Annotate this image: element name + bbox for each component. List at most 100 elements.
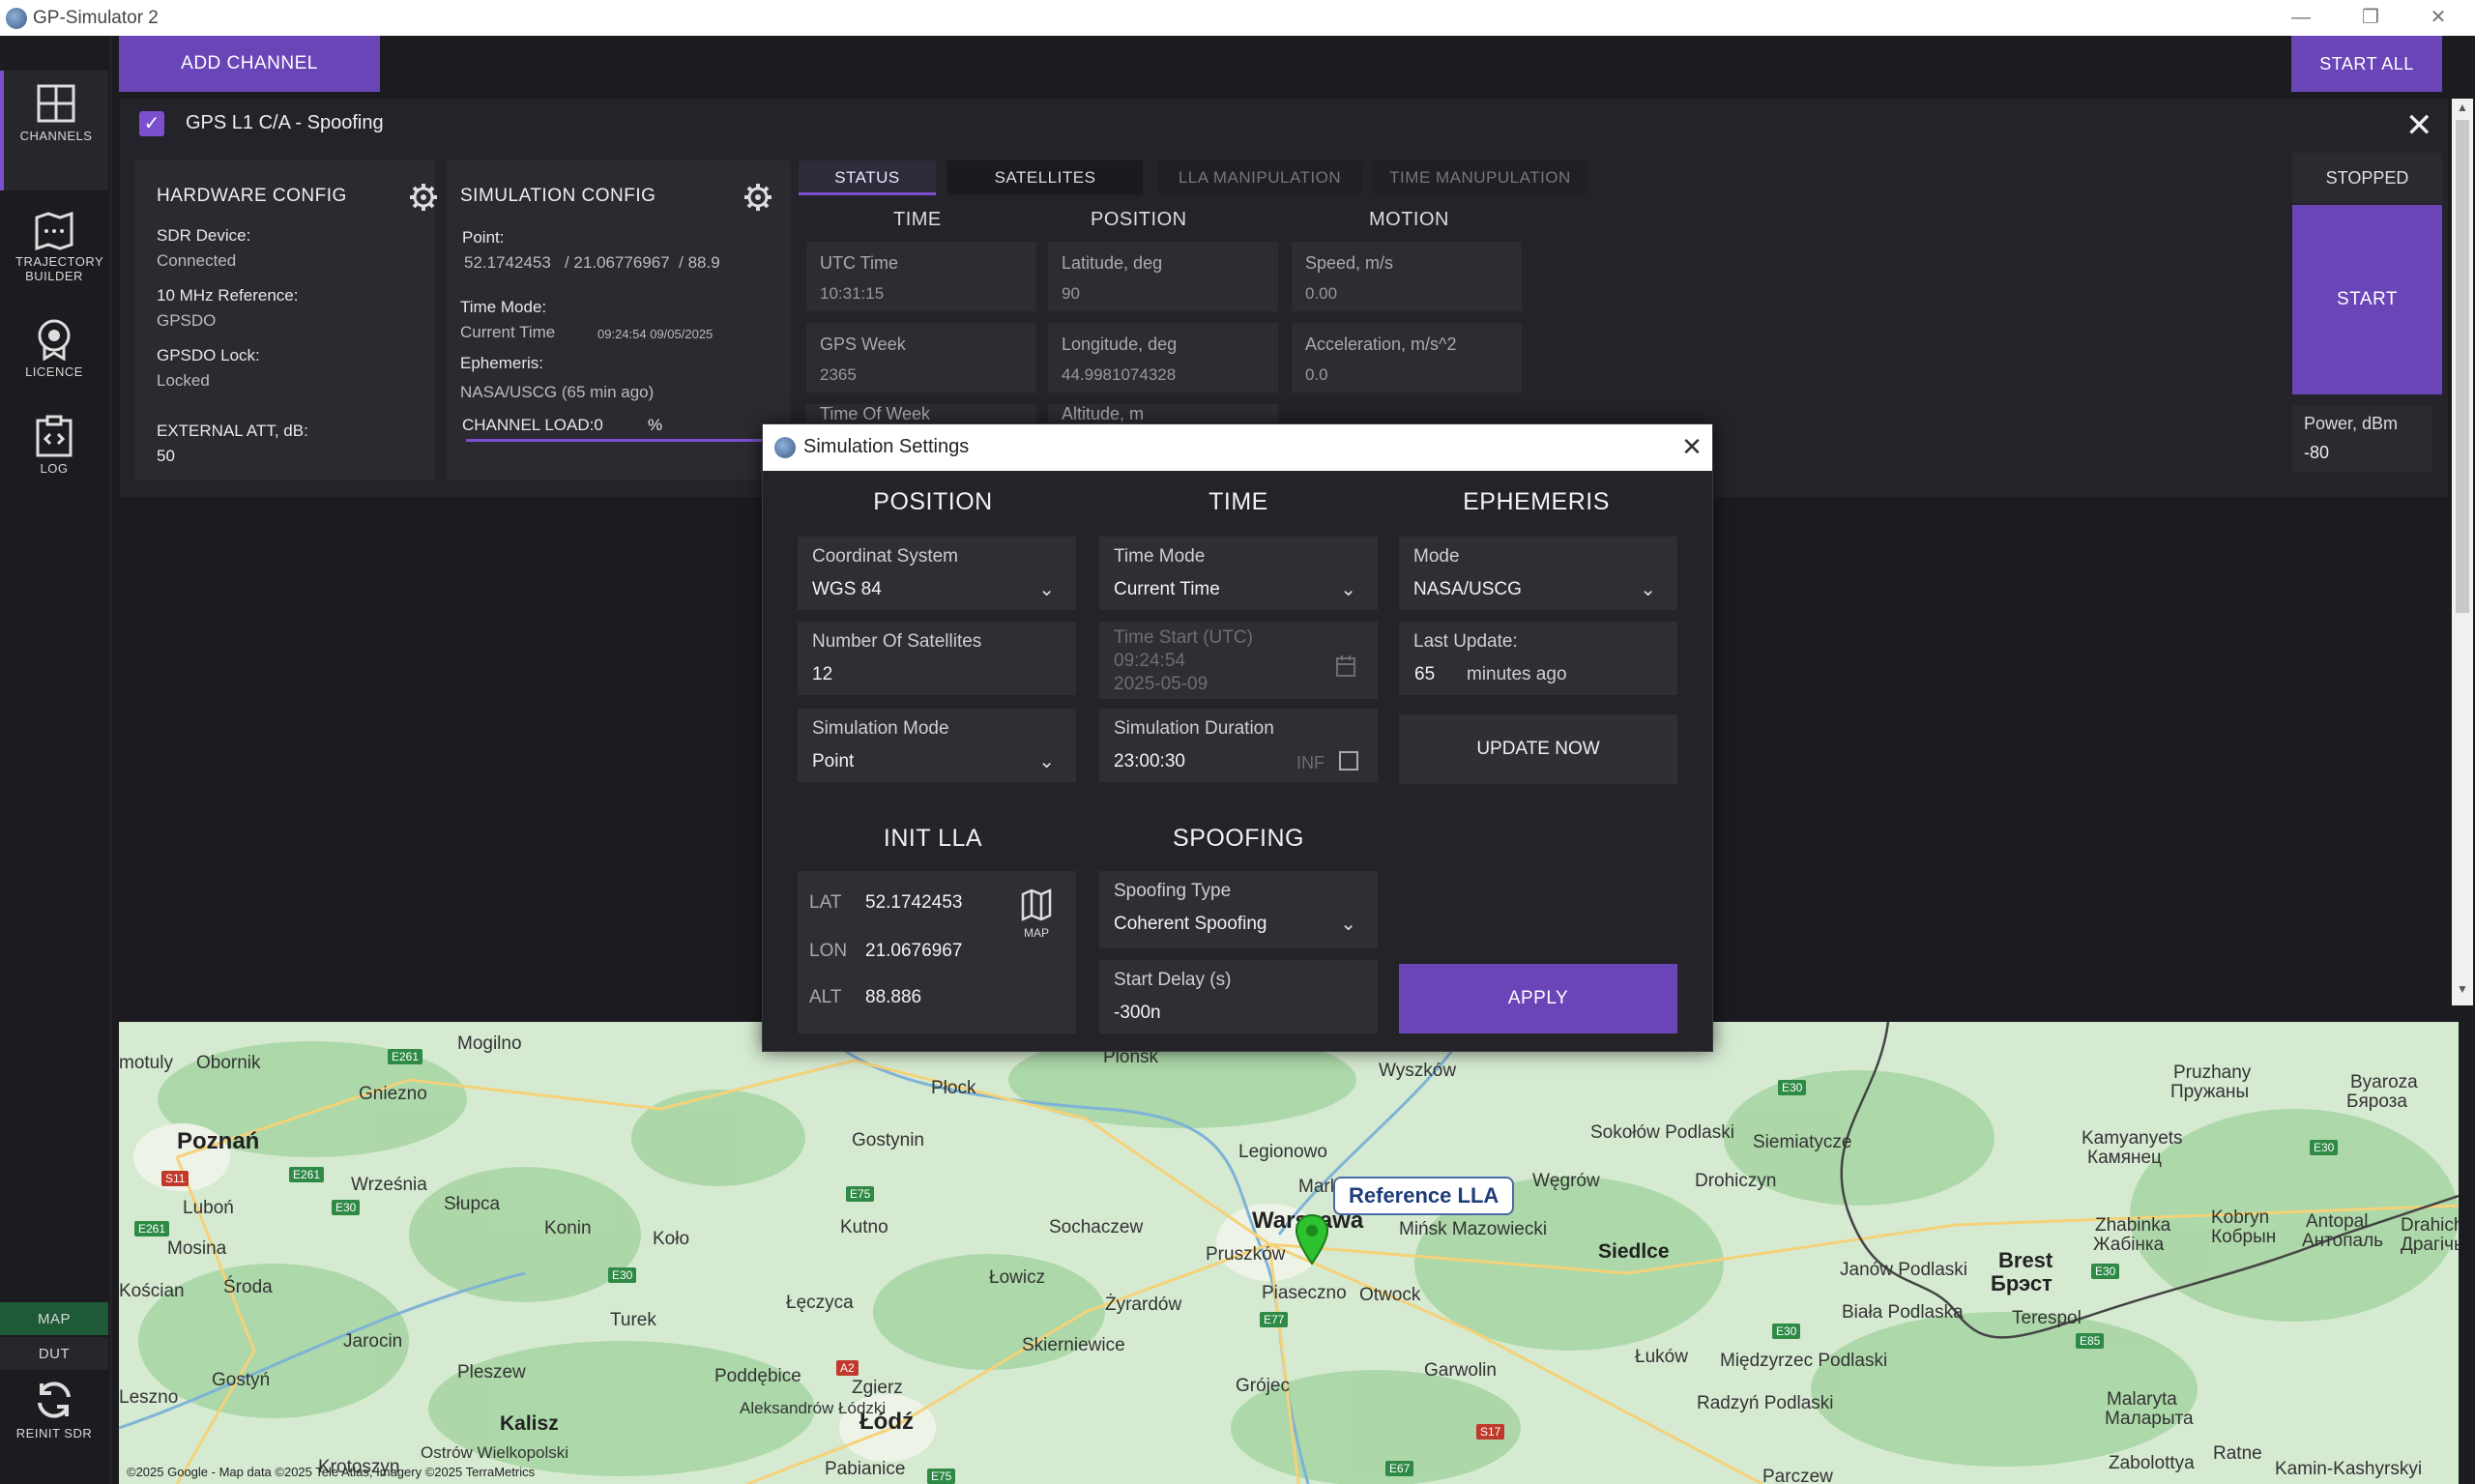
- road-shield: E75: [846, 1186, 875, 1202]
- start-all-button[interactable]: START ALL: [2291, 36, 2442, 92]
- time-start-label: Time Start (UTC): [1114, 627, 1253, 648]
- tab-lla-manipulation[interactable]: LLA MANIPULATION: [1158, 160, 1361, 195]
- spoofing-type-value: Coherent Spoofing: [1114, 914, 1267, 934]
- last-update-value: 65: [1414, 664, 1436, 684]
- location-pin-icon[interactable]: [1293, 1213, 1331, 1267]
- map-city-label: Międzyrzec Podlaski: [1720, 1351, 1888, 1371]
- map-city-label: Antopal: [2306, 1211, 2369, 1232]
- map-city-label: Kobryn: [2211, 1208, 2270, 1228]
- map-city-label: Wyszków: [1379, 1061, 1457, 1081]
- nav-dut[interactable]: DUT: [0, 1337, 108, 1370]
- simulation-duration-field[interactable]: Simulation Duration 23:00:30 INF: [1099, 709, 1378, 782]
- map-city-label: Zabolottya: [2109, 1453, 2195, 1473]
- latitude-value: 90: [1062, 284, 1080, 303]
- lat-value[interactable]: 52.1742453: [865, 892, 962, 914]
- coordinate-system-value: WGS 84: [812, 579, 882, 599]
- reference-lla-marker-label: Reference LLA: [1333, 1177, 1515, 1215]
- time-start-field: Time Start (UTC) 09:24:54 2025-05-09: [1099, 622, 1378, 699]
- tab-time-manipulation[interactable]: TIME MANUPULATION: [1373, 160, 1587, 195]
- map-city-label: Legionowo: [1238, 1142, 1327, 1162]
- left-navigation: CHANNELS TRAJECTORY BUILDER LICENCE LOG …: [0, 36, 111, 1484]
- gps-week-value: 2365: [820, 365, 857, 384]
- map-city-label: Leszno: [119, 1387, 179, 1408]
- road-shield: E30: [608, 1267, 637, 1283]
- altitude-label: Altitude, m: [1062, 404, 1145, 423]
- time-mode-value: Current Time: [460, 323, 556, 341]
- map-view[interactable]: Poznań Gniezno Mogilno Obornik motuly Wr…: [119, 1022, 2459, 1484]
- minimize-button[interactable]: —: [2282, 4, 2320, 31]
- channel-state-badge: STOPPED: [2292, 153, 2442, 203]
- sdr-device-label: SDR Device:: [157, 226, 251, 245]
- simulation-mode-select[interactable]: Simulation Mode Point ⌄: [798, 709, 1076, 782]
- spoofing-type-select[interactable]: Spoofing Type Coherent Spoofing ⌄: [1099, 871, 1378, 948]
- map-city-label: Gostynin: [852, 1130, 924, 1150]
- dashboard-icon: [37, 84, 75, 123]
- start-delay-label: Start Delay (s): [1114, 970, 1232, 990]
- scrollbar-thumb[interactable]: [2456, 120, 2469, 613]
- channel-close-button[interactable]: ✕: [2405, 106, 2433, 145]
- gps-week-label: GPS Week: [820, 335, 906, 354]
- channel-load-bar: [466, 439, 785, 442]
- speed-box: Speed, m/s 0.00: [1292, 242, 1522, 311]
- nav-map-label: MAP: [37, 1311, 71, 1327]
- reinit-sdr-button[interactable]: REINIT SDR: [0, 1378, 108, 1474]
- nav-log-label: LOG: [40, 461, 69, 476]
- update-now-button[interactable]: UPDATE NOW: [1399, 714, 1677, 784]
- simulation-duration-label: Simulation Duration: [1114, 718, 1274, 739]
- point-value: 52.1742453 / 21.06776967 / 88.9: [464, 253, 720, 272]
- ephemeris-mode-select[interactable]: Mode NASA/USCG ⌄: [1399, 537, 1677, 610]
- simulation-duration-value: 23:00:30: [1114, 751, 1185, 771]
- power-box[interactable]: Power, dBm -80: [2292, 406, 2432, 472]
- nav-licence[interactable]: LICENCE: [0, 279, 108, 379]
- map-city-label: Łuków: [1635, 1347, 1688, 1367]
- coordinate-system-select[interactable]: Coordinat System WGS 84 ⌄: [798, 537, 1076, 610]
- alt-value[interactable]: 88.886: [865, 987, 921, 1008]
- map-icon: [1021, 888, 1052, 921]
- latitude-box: Latitude, deg 90: [1048, 242, 1278, 311]
- map-city-label: Radzyń Podlaski: [1697, 1393, 1834, 1413]
- channel-start-button[interactable]: START: [2292, 205, 2442, 394]
- map-city-label: Parczew: [1762, 1467, 1833, 1484]
- time-mode-select[interactable]: Time Mode Current Time ⌄: [1099, 537, 1378, 610]
- map-city-label: Кобрын: [2211, 1227, 2277, 1247]
- window-close-button[interactable]: ✕: [2419, 4, 2458, 31]
- hardware-settings-gear-icon[interactable]: [408, 182, 439, 213]
- lon-value[interactable]: 21.0676967: [865, 941, 962, 962]
- number-of-satellites-field[interactable]: Number Of Satellites 12: [798, 622, 1076, 695]
- time-start-date: 2025-05-09: [1114, 674, 1208, 694]
- map-city-label: Grójec: [1236, 1376, 1290, 1396]
- map-city-label: Kutno: [840, 1217, 888, 1237]
- map-city-label: Konin: [544, 1218, 592, 1238]
- tab-status[interactable]: STATUS: [799, 160, 936, 195]
- ephemeris-mode-label: Mode: [1413, 546, 1460, 567]
- start-delay-field[interactable]: Start Delay (s) -300n: [1099, 960, 1378, 1033]
- ephemeris-heading: EPHEMERIS: [1463, 488, 1610, 515]
- map-city-label: Жабiнка: [2093, 1235, 2165, 1255]
- channel-enable-checkbox[interactable]: ✓: [139, 111, 164, 136]
- map-city-label: Zgierz: [852, 1378, 903, 1398]
- map-city-label: Ostrów Wielkopolski: [421, 1443, 569, 1462]
- add-channel-button[interactable]: ADD CHANNEL: [119, 36, 380, 92]
- vertical-scrollbar[interactable]: ▲ ▼: [2452, 99, 2473, 1005]
- scroll-up-icon[interactable]: ▲: [2452, 101, 2473, 120]
- simulation-settings-gear-icon[interactable]: [742, 182, 773, 213]
- map-city-label: Łęczyca: [786, 1293, 854, 1313]
- nav-map[interactable]: MAP: [0, 1302, 108, 1335]
- map-city-label: Drohiczyn: [1695, 1171, 1777, 1191]
- map-city-label: Skierniewice: [1022, 1335, 1125, 1355]
- open-map-label: MAP: [1023, 926, 1049, 940]
- scroll-down-icon[interactable]: ▼: [2452, 982, 2473, 1002]
- last-update-field[interactable]: Last Update: 65 minutes ago: [1399, 622, 1677, 695]
- restore-button[interactable]: ❐: [2351, 4, 2390, 31]
- inf-checkbox[interactable]: [1339, 751, 1358, 771]
- map-city-label: Pabianice: [825, 1459, 906, 1479]
- dialog-close-button[interactable]: ✕: [1675, 430, 1708, 463]
- apply-button[interactable]: APPLY: [1399, 964, 1677, 1033]
- open-map-button[interactable]: MAP: [1012, 888, 1061, 940]
- nav-log[interactable]: LOG: [0, 376, 108, 476]
- road-shield: A2: [836, 1360, 859, 1376]
- tab-satellites[interactable]: SATELLITES: [947, 160, 1143, 195]
- map-city-label: Łowicz: [989, 1267, 1046, 1288]
- position-heading: POSITION: [873, 488, 993, 515]
- nav-trajectory-builder[interactable]: TRAJECTORY BUILDER: [0, 173, 108, 283]
